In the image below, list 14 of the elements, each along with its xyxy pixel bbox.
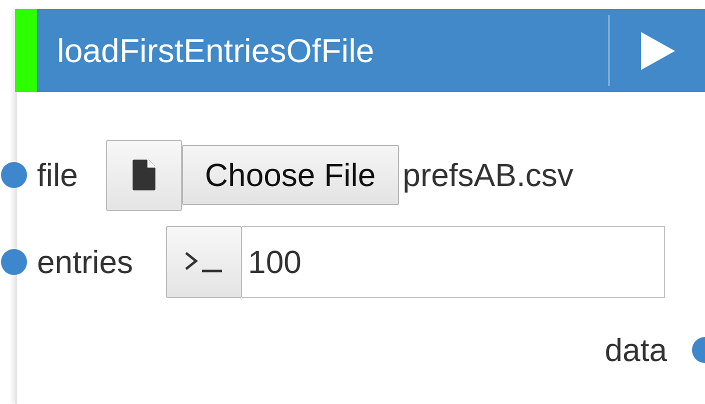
- output-label: data: [604, 332, 667, 368]
- input-label: file: [37, 156, 78, 194]
- file-button[interactable]: [106, 140, 182, 210]
- terminal-button[interactable]: [166, 226, 242, 298]
- input-label: entries: [37, 244, 134, 280]
- input-port[interactable]: [1, 249, 27, 275]
- file-icon: [132, 159, 156, 191]
- choose-file-button[interactable]: Choose File: [182, 145, 399, 205]
- terminal-icon: [184, 251, 224, 273]
- entries-field[interactable]: 100: [242, 226, 666, 298]
- node-title: loadFirstEntriesOfFile: [56, 30, 376, 70]
- input-port[interactable]: [1, 162, 27, 188]
- file-name: prefsAB.csv: [402, 156, 574, 194]
- play-icon: [640, 32, 674, 70]
